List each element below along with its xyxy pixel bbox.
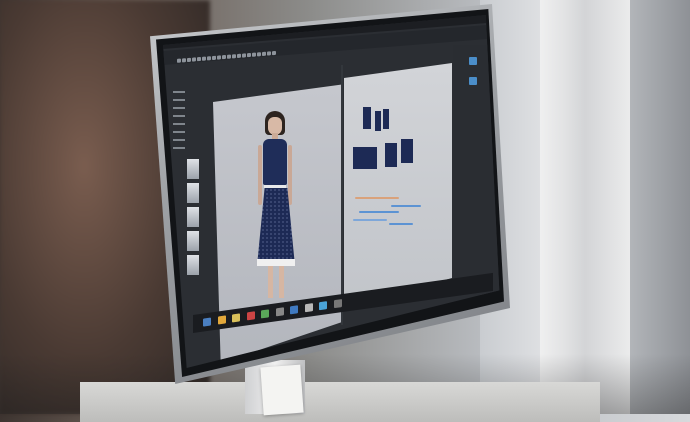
- pattern-strip[interactable]: [355, 197, 399, 199]
- pattern-strip[interactable]: [353, 219, 387, 221]
- tool-icon[interactable]: [237, 53, 242, 59]
- tool-icon[interactable]: [242, 53, 247, 58]
- avatar-thumbnail[interactable]: [187, 207, 199, 227]
- avatar-arm-left: [258, 145, 262, 205]
- tool-icon[interactable]: [222, 54, 227, 60]
- tool-icon[interactable]: [272, 50, 277, 56]
- pattern-piece[interactable]: [383, 109, 389, 129]
- start-icon[interactable]: [203, 317, 212, 327]
- pattern-strip[interactable]: [389, 223, 413, 225]
- folder-icon[interactable]: [232, 313, 241, 323]
- tool-icon[interactable]: [267, 51, 272, 56]
- tool-icon[interactable]: [202, 56, 207, 61]
- 2d-pattern-window[interactable]: [344, 63, 452, 308]
- avatar-thumbnail[interactable]: [187, 183, 199, 203]
- tool-icon[interactable]: [197, 56, 202, 62]
- avatar-thumbnails[interactable]: [185, 155, 215, 295]
- sidebar-item[interactable]: [173, 147, 185, 149]
- app-icon[interactable]: [333, 299, 342, 309]
- pattern-strip[interactable]: [359, 211, 399, 213]
- pattern-piece[interactable]: [353, 147, 377, 169]
- panel-button[interactable]: [469, 77, 477, 85]
- tool-icon[interactable]: [187, 57, 192, 63]
- background-curtain: [540, 0, 630, 414]
- tool-icon[interactable]: [207, 56, 212, 61]
- paper-tag: [260, 364, 304, 416]
- avatar-leg-right: [279, 266, 284, 298]
- tool-icon[interactable]: [212, 55, 217, 61]
- sidebar-item[interactable]: [173, 115, 185, 117]
- viewport-divider[interactable]: [341, 65, 343, 325]
- desk: [80, 382, 600, 422]
- avatar-arm-right: [288, 145, 292, 205]
- tool-icon[interactable]: [192, 57, 197, 62]
- app-icon[interactable]: [275, 307, 284, 317]
- sidebar-item[interactable]: [173, 131, 185, 133]
- sidebar-item[interactable]: [173, 99, 185, 101]
- panel-button[interactable]: [469, 57, 477, 65]
- avatar-thumbnail[interactable]: [187, 159, 199, 179]
- sidebar-item[interactable]: [173, 139, 185, 141]
- pattern-piece[interactable]: [385, 143, 397, 167]
- app-icon[interactable]: [261, 309, 270, 319]
- pattern-piece[interactable]: [375, 111, 381, 131]
- garment-belt[interactable]: [264, 185, 286, 188]
- avatar-leg-left: [268, 266, 273, 298]
- sidebar-item[interactable]: [173, 123, 185, 125]
- pattern-piece[interactable]: [363, 107, 371, 129]
- pattern-piece[interactable]: [401, 139, 413, 163]
- pattern-strip[interactable]: [391, 205, 421, 207]
- garment-hem[interactable]: [257, 259, 295, 266]
- tool-icon[interactable]: [232, 54, 237, 59]
- tool-icon[interactable]: [247, 52, 252, 58]
- app-icon[interactable]: [304, 303, 313, 313]
- tool-icon[interactable]: [182, 58, 187, 63]
- tool-icon[interactable]: [262, 51, 267, 56]
- ie-icon[interactable]: [217, 315, 226, 325]
- tool-icon[interactable]: [227, 54, 232, 59]
- sidebar-item[interactable]: [173, 91, 185, 93]
- avatar-thumbnail[interactable]: [187, 231, 199, 251]
- app-icon[interactable]: [319, 301, 328, 311]
- media-icon[interactable]: [246, 311, 255, 321]
- app-icon[interactable]: [290, 305, 299, 315]
- tool-icon[interactable]: [217, 55, 222, 60]
- 3d-avatar[interactable]: [255, 111, 315, 311]
- avatar-thumbnail[interactable]: [187, 255, 199, 275]
- tool-icon[interactable]: [257, 52, 262, 57]
- sidebar-item[interactable]: [173, 107, 185, 109]
- tool-icon[interactable]: [252, 52, 257, 57]
- tool-icon[interactable]: [177, 58, 182, 63]
- garment-top[interactable]: [263, 139, 287, 185]
